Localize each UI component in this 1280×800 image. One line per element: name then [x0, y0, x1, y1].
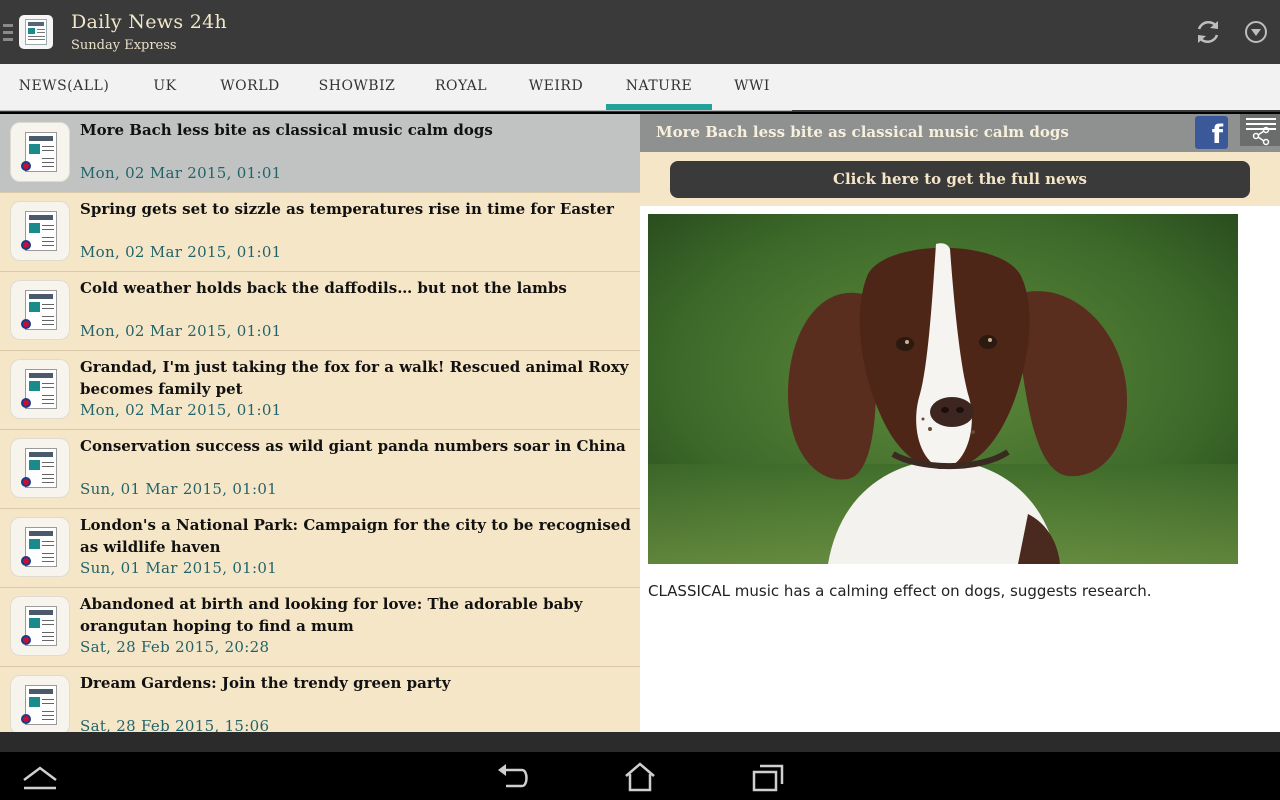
system-nav-bar	[0, 732, 1280, 800]
tab-news-all[interactable]: NEWS(ALL)	[0, 64, 128, 110]
news-item[interactable]: Spring gets set to sizzle as temperature…	[0, 193, 640, 272]
news-item-title: More Bach less bite as classical music c…	[80, 121, 493, 139]
news-item-title: Abandoned at birth and looking for love:…	[80, 595, 583, 635]
news-item[interactable]: Cold weather holds back the daffodils… b…	[0, 272, 640, 351]
article-header: More Bach less bite as classical music c…	[640, 114, 1280, 152]
nav-strip	[0, 732, 1280, 752]
tab-royal[interactable]: ROYAL	[416, 64, 506, 110]
newspaper-icon	[10, 359, 70, 419]
news-item-date: Sat, 28 Feb 2015, 20:28	[80, 638, 270, 656]
news-item[interactable]: More Bach less bite as classical music c…	[0, 114, 640, 193]
app-subtitle: Sunday Express	[71, 38, 177, 53]
news-item-title: Conservation success as wild giant panda…	[80, 437, 626, 455]
full-news-button[interactable]: Click here to get the full news	[670, 161, 1250, 198]
newspaper-icon	[10, 201, 70, 261]
news-item[interactable]: Abandoned at birth and looking for love:…	[0, 588, 640, 667]
newspaper-icon	[10, 280, 70, 340]
news-list[interactable]: More Bach less bite as classical music c…	[0, 114, 640, 732]
app-logo-icon[interactable]	[19, 15, 53, 49]
refresh-icon[interactable]	[1192, 16, 1224, 48]
back-icon[interactable]	[492, 760, 532, 796]
home-icon[interactable]	[620, 760, 660, 796]
newspaper-icon	[10, 122, 70, 182]
facebook-share-icon[interactable]: f	[1195, 116, 1228, 150]
news-item-date: Mon, 02 Mar 2015, 01:01	[80, 401, 282, 419]
tab-weird[interactable]: WEIRD	[506, 64, 606, 110]
news-item-title: Cold weather holds back the daffodils… b…	[80, 279, 567, 297]
news-item-date: Mon, 02 Mar 2015, 01:01	[80, 322, 282, 340]
news-item[interactable]: Conservation success as wild giant panda…	[0, 430, 640, 509]
news-item-date: Sun, 01 Mar 2015, 01:01	[80, 559, 278, 577]
tab-world[interactable]: WORLD	[202, 64, 298, 110]
news-item-date: Sat, 28 Feb 2015, 15:06	[80, 717, 270, 732]
tab-nature[interactable]: NATURE	[606, 64, 712, 110]
news-item-title: Dream Gardens: Join the trendy green par…	[80, 674, 451, 692]
news-item-title: Spring gets set to sizzle as temperature…	[80, 200, 614, 218]
tab-wwi[interactable]: WWI	[712, 64, 792, 110]
app-title: Daily News 24h	[71, 11, 228, 33]
news-item-date: Mon, 02 Mar 2015, 01:01	[80, 164, 282, 182]
news-item[interactable]: Grandad, I'm just taking the fox for a w…	[0, 351, 640, 430]
news-item-date: Sun, 01 Mar 2015, 01:01	[80, 480, 278, 498]
tab-uk[interactable]: UK	[128, 64, 202, 110]
newspaper-icon	[10, 596, 70, 656]
news-item[interactable]: Dream Gardens: Join the trendy green par…	[0, 667, 640, 732]
tab-underline	[0, 110, 792, 111]
news-item-title: Grandad, I'm just taking the fox for a w…	[80, 358, 629, 398]
news-item-title: London's a National Park: Campaign for t…	[80, 516, 631, 556]
article-image-dog	[648, 214, 1238, 564]
recent-apps-icon[interactable]	[748, 760, 788, 796]
chevron-up-icon[interactable]	[20, 760, 60, 796]
share-menu-icon[interactable]	[1240, 114, 1280, 146]
category-tabs: NEWS(ALL) UK WORLD SHOWBIZ ROYAL WEIRD N…	[0, 64, 1280, 112]
dropdown-circle-icon[interactable]	[1240, 16, 1272, 48]
newspaper-icon	[10, 517, 70, 577]
newspaper-icon	[10, 438, 70, 498]
news-item[interactable]: London's a National Park: Campaign for t…	[0, 509, 640, 588]
drawer-indicator-icon[interactable]	[3, 24, 13, 42]
newspaper-icon	[10, 675, 70, 732]
news-item-date: Mon, 02 Mar 2015, 01:01	[80, 243, 282, 261]
tab-showbiz[interactable]: SHOWBIZ	[298, 64, 416, 110]
article-title: More Bach less bite as classical music c…	[656, 123, 1069, 141]
full-news-band: Click here to get the full news	[640, 152, 1280, 206]
action-bar: Daily News 24h Sunday Express	[0, 0, 1280, 64]
article-detail: More Bach less bite as classical music c…	[640, 114, 1280, 732]
article-summary: CLASSICAL music has a calming effect on …	[648, 582, 1152, 600]
